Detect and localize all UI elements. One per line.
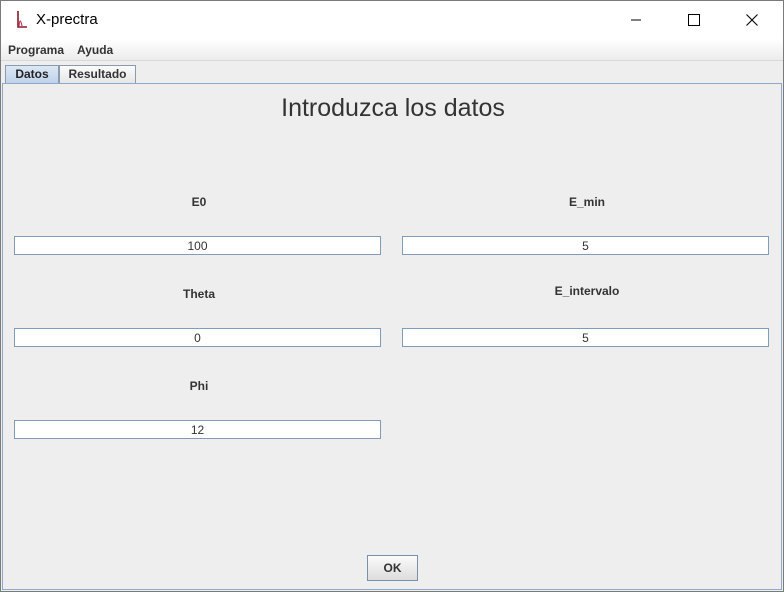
minimize-button[interactable] — [607, 1, 665, 39]
e-intervalo-field[interactable] — [402, 328, 769, 347]
theta-field[interactable] — [14, 328, 381, 347]
datos-panel: Introduzca los datos E0 E_min Theta E_in… — [2, 83, 782, 590]
maximize-icon — [688, 14, 700, 26]
menu-programa[interactable]: Programa — [8, 43, 64, 57]
page-title: Introduzca los datos — [281, 94, 505, 122]
close-button[interactable] — [723, 1, 781, 39]
e-min-field[interactable] — [402, 236, 769, 255]
window-title: X-prectra — [36, 11, 98, 28]
java-app-icon — [13, 10, 29, 30]
e0-label: E0 — [191, 195, 207, 209]
menu-bar: Programa Ayuda — [1, 39, 783, 61]
phi-field[interactable] — [14, 420, 381, 439]
ok-button[interactable]: OK — [367, 555, 418, 581]
menu-ayuda[interactable]: Ayuda — [77, 43, 113, 57]
title-bar: X-prectra — [1, 1, 783, 39]
minimize-icon — [631, 19, 641, 21]
e-min-label: E_min — [568, 195, 605, 209]
theta-label: Theta — [182, 287, 215, 301]
e-intervalo-label: E_intervalo — [554, 284, 620, 298]
e0-field[interactable] — [14, 236, 381, 255]
tab-strip: Datos Resultado — [1, 62, 783, 85]
maximize-button[interactable] — [665, 1, 723, 39]
tab-datos[interactable]: Datos — [5, 65, 59, 85]
app-window: X-prectra Programa Ayuda Datos Resultado… — [0, 0, 784, 592]
tab-resultado[interactable]: Resultado — [59, 65, 136, 85]
phi-label: Phi — [189, 379, 209, 393]
close-icon — [746, 14, 758, 26]
